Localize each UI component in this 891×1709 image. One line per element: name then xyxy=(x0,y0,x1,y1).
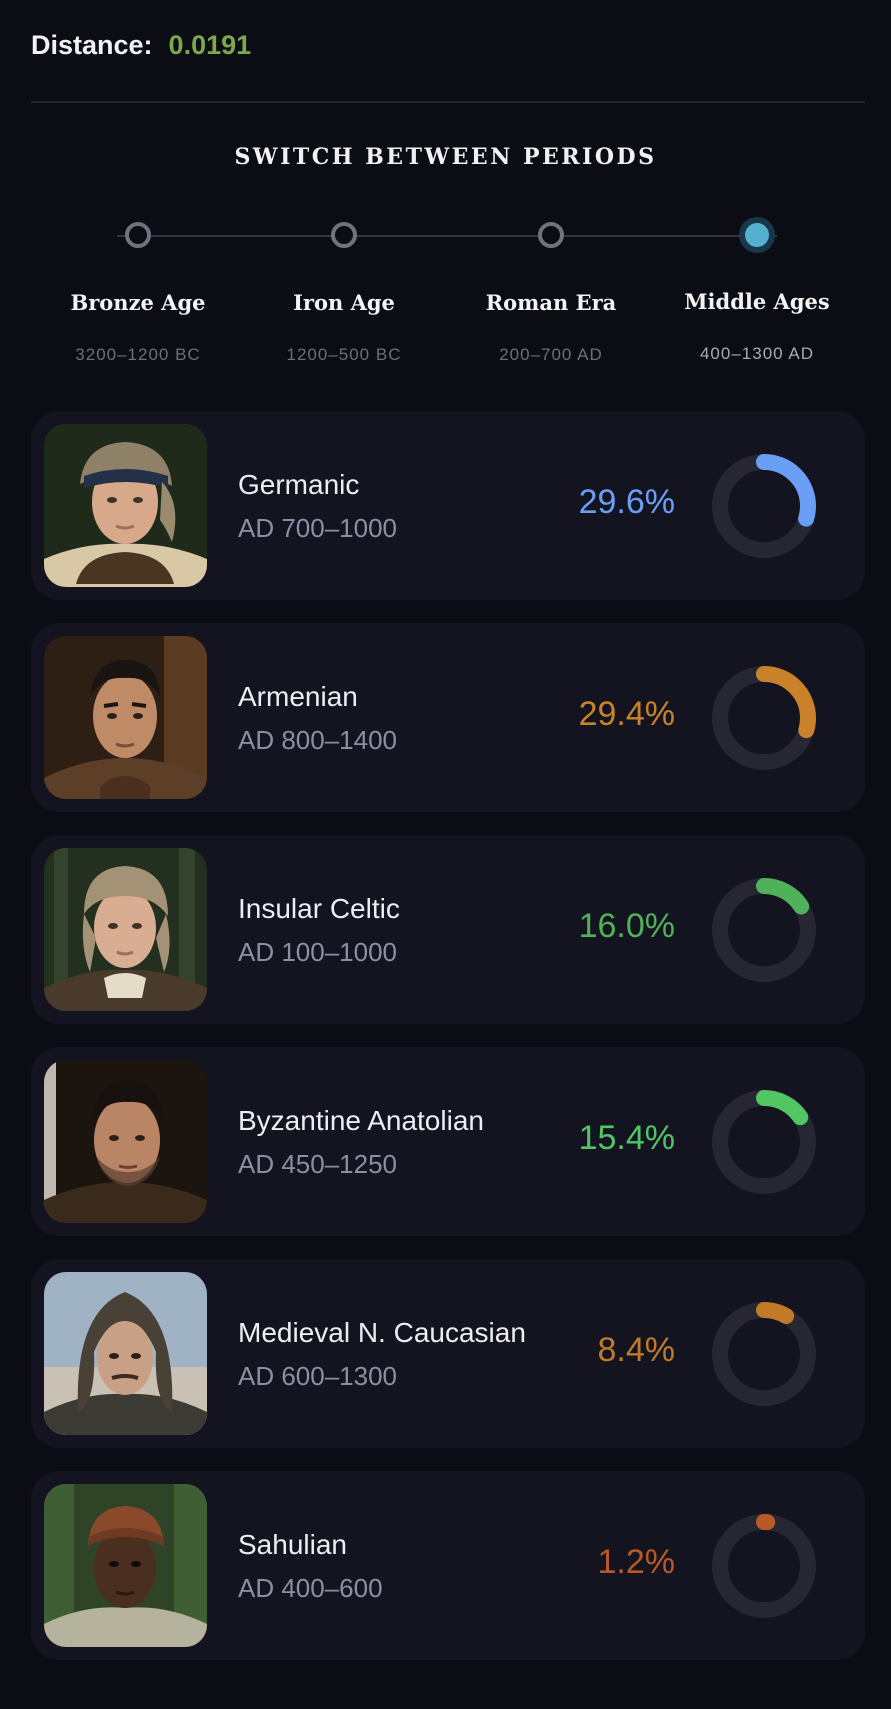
percent-ring xyxy=(712,666,816,770)
distance-value: 0.0191 xyxy=(168,30,252,60)
population-range: AD 600–1300 xyxy=(238,1361,398,1391)
man-hood-portrait-icon xyxy=(44,1272,207,1435)
population-card[interactable]: Armenian AD 800–1400 29.4% xyxy=(31,623,865,812)
population-range: AD 100–1000 xyxy=(238,937,398,967)
population-card[interactable]: Germanic AD 700–1000 29.6% xyxy=(31,411,865,600)
percent-ring xyxy=(712,1090,816,1194)
population-range: AD 450–1250 xyxy=(238,1149,398,1179)
population-percent: 16.0% xyxy=(578,907,675,945)
population-name: Sahulian xyxy=(238,1529,347,1560)
divider xyxy=(31,101,865,103)
population-name: Germanic xyxy=(238,469,360,500)
distance-row: Distance: 0.0191 xyxy=(31,30,251,61)
woman-headscarf-portrait-icon xyxy=(44,424,207,587)
period-dot xyxy=(331,222,357,248)
period-name: Roman Era xyxy=(485,290,617,315)
period-name: Iron Age xyxy=(293,290,395,315)
period-range: 1200–500 BC xyxy=(286,345,402,364)
distance-label: Distance: xyxy=(31,30,153,60)
ring-track xyxy=(712,1514,816,1618)
period-dot xyxy=(125,222,151,248)
population-percent: 29.4% xyxy=(578,695,675,733)
period-range: 400–1300 AD xyxy=(699,344,815,363)
period-roman-era[interactable]: Roman Era 200–700 AD xyxy=(446,222,656,365)
man-dark-hair-portrait-icon xyxy=(44,636,207,799)
period-dot xyxy=(538,222,564,248)
ring-track xyxy=(712,1302,816,1406)
period-dot-active xyxy=(739,217,775,253)
woman-bonnet-portrait-icon xyxy=(44,848,207,1011)
population-percent: 1.2% xyxy=(597,1543,676,1581)
population-percent: 29.6% xyxy=(578,483,675,521)
period-range: 3200–1200 BC xyxy=(75,345,201,364)
population-name: Medieval N. Caucasian xyxy=(238,1317,526,1348)
population-card[interactable]: Byzantine Anatolian AD 450–1250 15.4% xyxy=(31,1047,865,1236)
period-range: 200–700 AD xyxy=(499,345,603,364)
percent-ring xyxy=(712,1514,816,1618)
population-name: Byzantine Anatolian xyxy=(238,1105,484,1136)
population-card[interactable]: Sahulian AD 400–600 1.2% xyxy=(31,1471,865,1660)
period-name: Middle Ages xyxy=(684,289,830,314)
percent-ring xyxy=(712,878,816,982)
periods-title: SWITCH BETWEEN PERIODS xyxy=(234,144,657,170)
population-range: AD 800–1400 xyxy=(238,725,398,755)
period-name: Bronze Age xyxy=(70,290,206,315)
population-card[interactable]: Insular Celtic AD 100–1000 16.0% xyxy=(31,835,865,1024)
population-name: Armenian xyxy=(238,681,358,712)
population-name: Insular Celtic xyxy=(238,893,400,924)
population-card[interactable]: Medieval N. Caucasian AD 600–1300 8.4% xyxy=(31,1259,865,1448)
period-bronze-age[interactable]: Bronze Age 3200–1200 BC xyxy=(33,222,243,365)
population-range: AD 700–1000 xyxy=(238,513,398,543)
population-percent: 15.4% xyxy=(578,1119,675,1157)
population-percent: 8.4% xyxy=(597,1331,676,1369)
man-turban-portrait-icon xyxy=(44,1484,207,1647)
period-iron-age[interactable]: Iron Age 1200–500 BC xyxy=(239,222,449,365)
period-middle-ages[interactable]: Middle Ages 400–1300 AD xyxy=(652,217,862,364)
man-beard-portrait-icon xyxy=(44,1060,207,1223)
percent-ring xyxy=(712,1302,816,1406)
percent-ring xyxy=(712,454,816,558)
population-range: AD 400–600 xyxy=(238,1573,383,1603)
